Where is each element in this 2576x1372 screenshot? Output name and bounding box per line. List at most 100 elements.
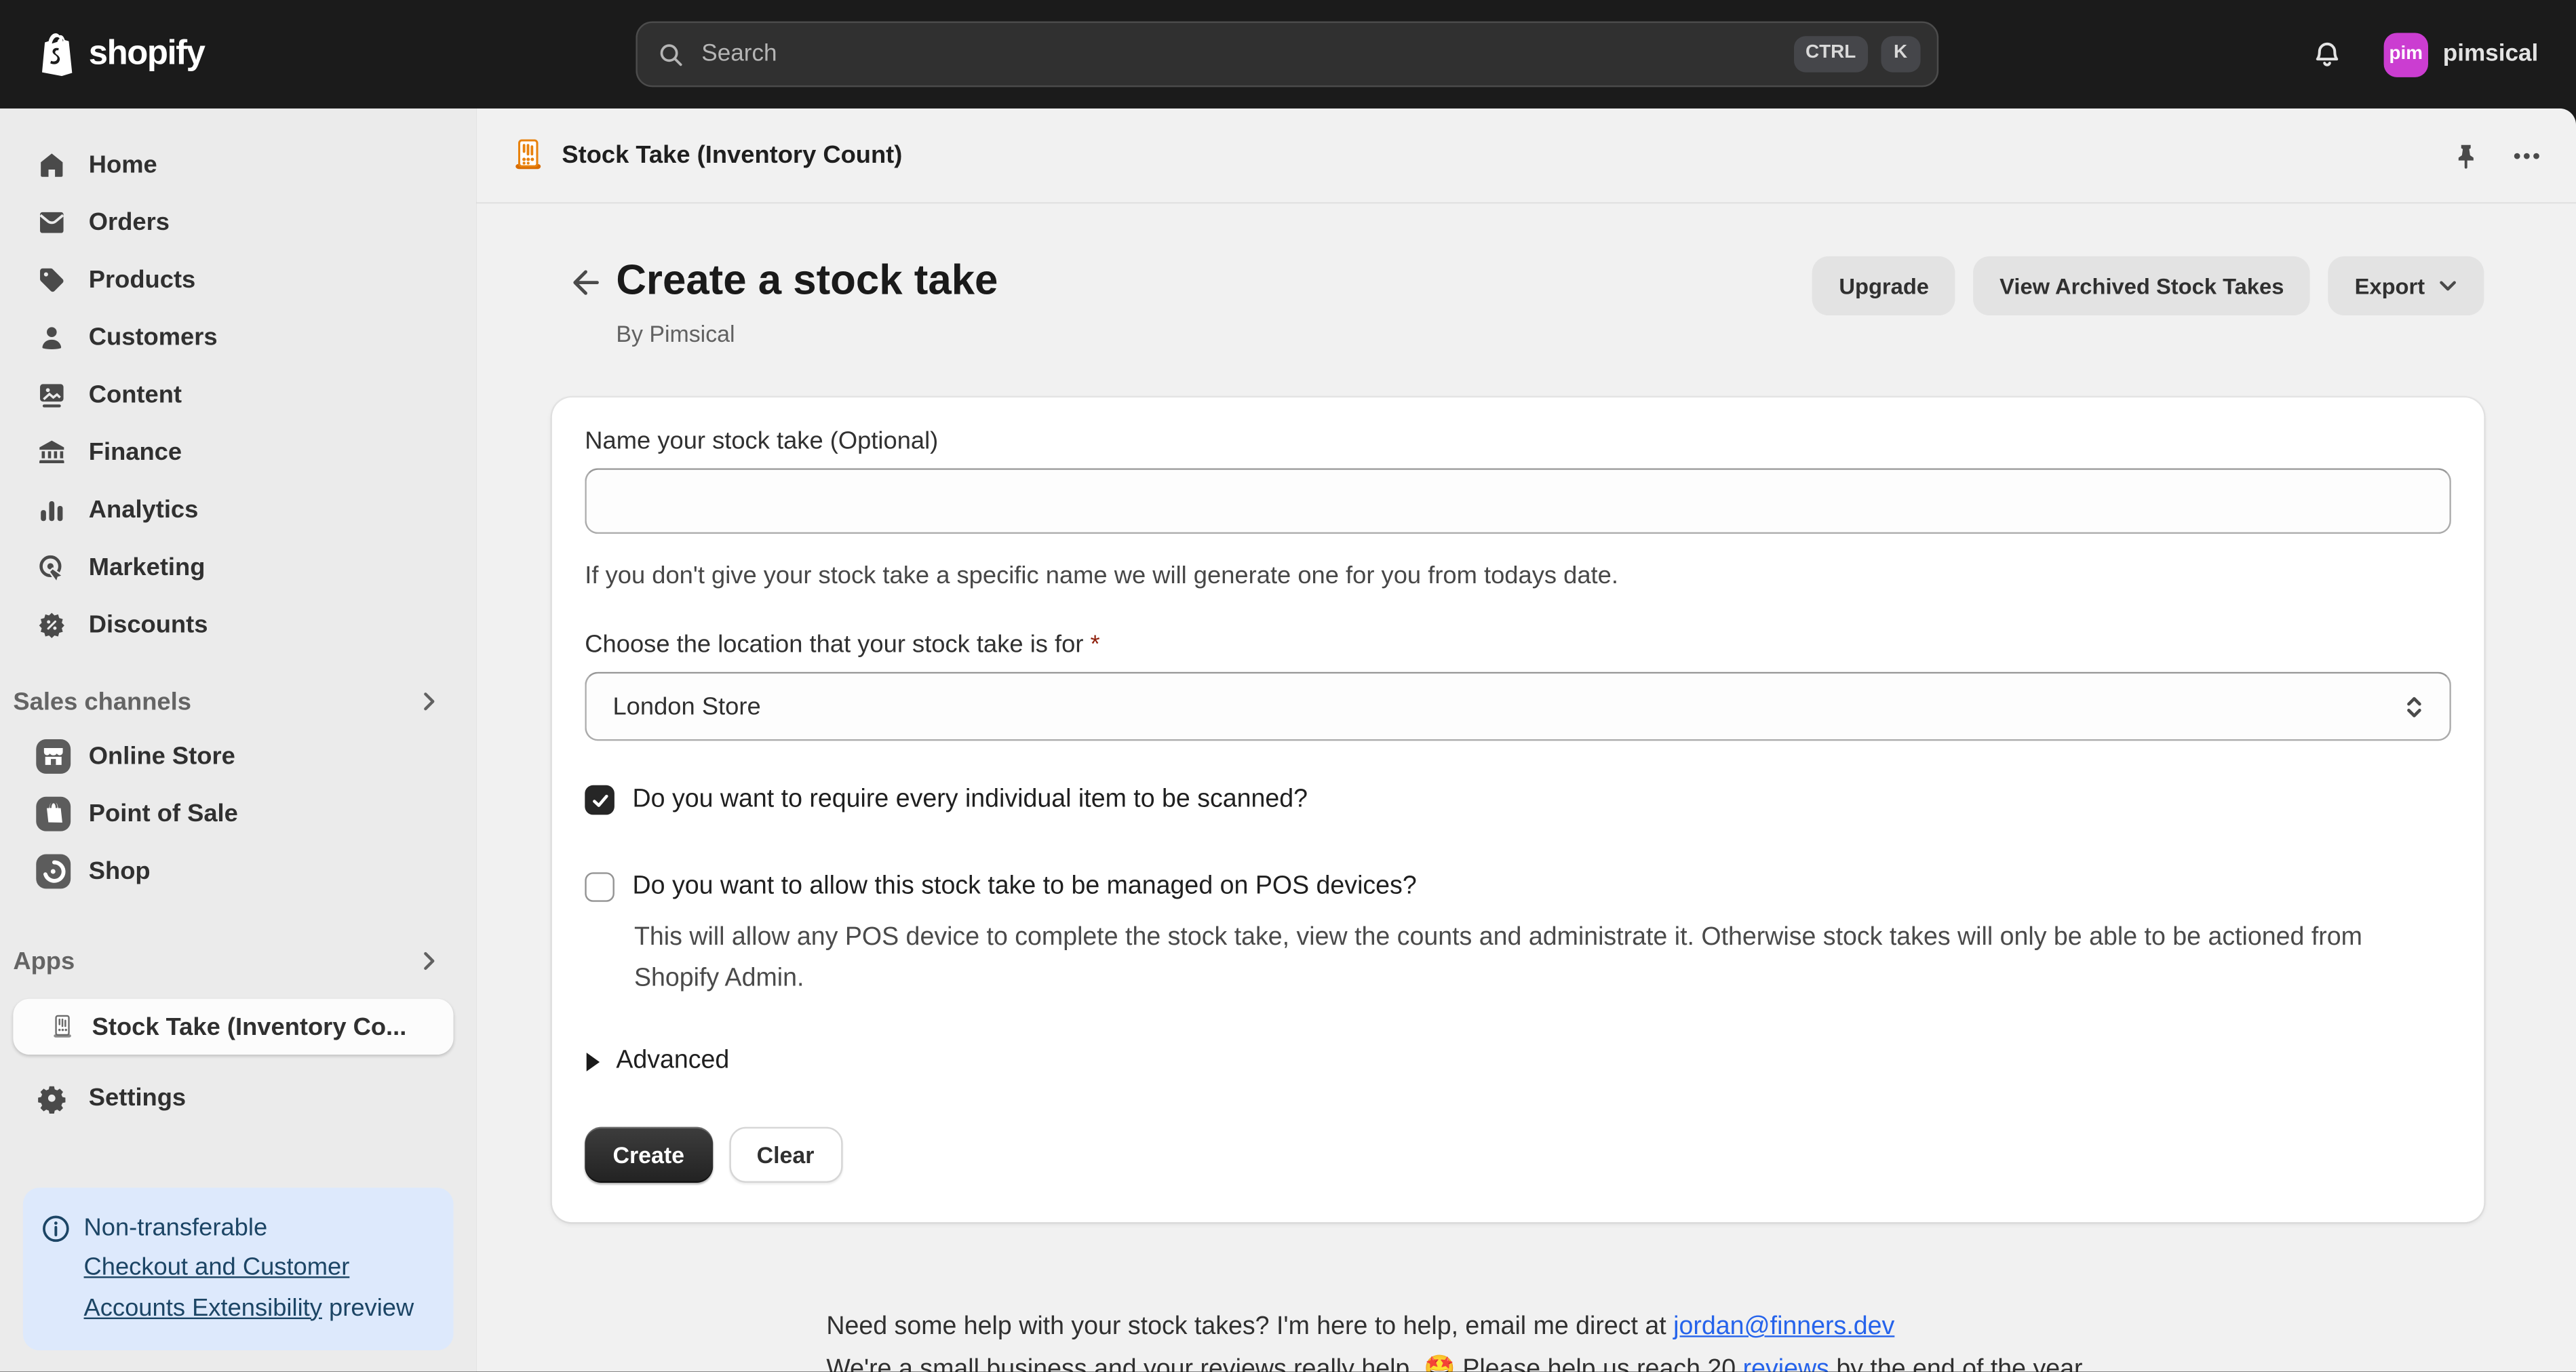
apps-label: Apps (13, 947, 75, 975)
sidebar-item-label: Finance (89, 438, 182, 466)
sidebar-item-customers[interactable]: Customers (0, 311, 463, 364)
sidebar: Home Orders Products Customers Content F… (0, 109, 476, 1372)
sidebar-item-orders[interactable]: Orders (0, 195, 463, 248)
triangle-right-icon (585, 1051, 601, 1072)
name-field-label: Name your stock take (Optional) (585, 427, 2451, 455)
back-arrow-icon[interactable] (567, 264, 603, 300)
topbar-right: pim pimsical (2310, 0, 2576, 109)
sidebar-item-home[interactable]: Home (0, 138, 463, 191)
orders-icon (36, 206, 67, 237)
discounts-icon (36, 608, 67, 640)
sidebar-item-stock-take-app[interactable]: Stock Take (Inventory Co... (13, 999, 453, 1055)
stock-take-name-input[interactable] (585, 468, 2451, 534)
sidebar-item-settings[interactable]: Settings (0, 1071, 463, 1124)
export-label: Export (2355, 273, 2425, 298)
create-stock-take-card: Name your stock take (Optional) If you d… (552, 397, 2484, 1222)
help-line-2-suffix: by the end of the year. (1829, 1355, 2088, 1371)
help-line-2: We're a small business and your reviews … (826, 1349, 2484, 1372)
scan-checkbox-row: Do you want to require every individual … (585, 785, 2451, 815)
chevron-down-icon (2438, 276, 2458, 296)
online-store-icon (36, 739, 71, 773)
sidebar-item-online-store[interactable]: Online Store (0, 729, 463, 782)
account-menu[interactable]: pim pimsical (2384, 32, 2539, 76)
location-selected-value: London Store (612, 692, 760, 720)
scan-checkbox[interactable] (585, 785, 614, 815)
pos-checkbox-label[interactable]: Do you want to allow this stock take to … (633, 872, 1417, 902)
sidebar-item-marketing[interactable]: Marketing (0, 541, 463, 593)
stock-take-app-icon (50, 1013, 76, 1040)
required-marker: * (1091, 631, 1100, 659)
export-button[interactable]: Export (2328, 256, 2484, 315)
user-name: pimsical (2443, 41, 2539, 68)
page-head: Create a stock take By Pimsical Upgrade … (552, 254, 2484, 347)
main-content: Stock Take (Inventory Count) Create a st… (476, 109, 2576, 1372)
select-stepper-icon (2402, 694, 2426, 718)
shopify-admin: shopify CTRL K pim pimsical Home (0, 0, 2576, 1372)
channel-label: Online Store (89, 742, 235, 770)
sidebar-item-shop[interactable]: Shop (0, 844, 463, 897)
notice-prefix: Non-transferable (84, 1213, 268, 1241)
sidebar-item-finance[interactable]: Finance (0, 425, 463, 478)
chevron-right-icon (417, 949, 440, 973)
scan-checkbox-label[interactable]: Do you want to require every individual … (633, 785, 1308, 815)
pos-checkbox[interactable] (585, 872, 614, 902)
clear-button[interactable]: Clear (728, 1127, 842, 1183)
advanced-label: Advanced (616, 1046, 729, 1076)
create-button[interactable]: Create (585, 1127, 712, 1183)
stock-take-app-icon (511, 138, 545, 172)
extensibility-notice: Non-transferable Checkout and Customer A… (23, 1187, 454, 1350)
analytics-icon (36, 494, 67, 525)
extensibility-preview-link[interactable]: Checkout and Customer Accounts Extensibi… (84, 1253, 350, 1322)
sidebar-item-content[interactable]: Content (0, 368, 463, 421)
app-title: Stock Take (Inventory Count) (562, 141, 2451, 169)
content-icon (36, 378, 67, 410)
app-header: Stock Take (Inventory Count) (476, 109, 2576, 203)
location-field-label: Choose the location that your stock take… (585, 631, 2451, 659)
sales-channels-header[interactable]: Sales channels (0, 678, 463, 724)
channel-label: Point of Sale (89, 799, 238, 827)
help-line-2-text: We're a small business and your reviews … (826, 1355, 1742, 1371)
apps-header[interactable]: Apps (0, 938, 463, 984)
sidebar-item-label: Settings (89, 1083, 186, 1111)
shopify-wordmark: shopify (89, 35, 205, 74)
sidebar-item-label: Customers (89, 323, 218, 351)
help-line-1-text: Need some help with your stock takes? I'… (826, 1312, 1673, 1340)
more-options-icon[interactable] (2512, 140, 2542, 170)
products-icon (36, 264, 67, 295)
search-input[interactable] (698, 39, 1780, 69)
help-footer: Need some help with your stock takes? I'… (826, 1306, 2484, 1372)
upgrade-button[interactable]: Upgrade (1813, 256, 1955, 315)
sidebar-item-point-of-sale[interactable]: Point of Sale (0, 787, 463, 840)
marketing-icon (36, 551, 67, 583)
sidebar-item-label: Home (89, 151, 157, 178)
sales-channels-label: Sales channels (13, 688, 191, 716)
ctrl-key-badge: CTRL (1794, 37, 1867, 72)
pin-icon[interactable] (2451, 140, 2481, 170)
view-archived-button[interactable]: View Archived Stock Takes (1973, 256, 2310, 315)
sidebar-item-label: Orders (89, 208, 170, 235)
reviews-link[interactable]: reviews (1743, 1355, 1829, 1371)
sidebar-item-label: Analytics (89, 495, 199, 523)
email-link[interactable]: jordan@finners.dev (1673, 1312, 1894, 1340)
page-actions: Upgrade View Archived Stock Takes Export (1813, 256, 2484, 315)
customers-icon (36, 321, 67, 353)
search-bar[interactable]: CTRL K (636, 21, 1938, 87)
location-select[interactable]: London Store (585, 672, 2451, 741)
notifications-bell-icon[interactable] (2310, 37, 2345, 71)
location-label-text: Choose the location that your stock take… (585, 631, 1090, 659)
search-icon (657, 40, 685, 68)
pos-checkbox-help: This will allow any POS device to comple… (634, 917, 2428, 999)
name-field-help: If you don't give your stock take a spec… (585, 562, 2451, 589)
channel-label: Shop (89, 857, 151, 884)
topbar: shopify CTRL K pim pimsical (0, 0, 2576, 109)
page-byline: By Pimsical (616, 320, 1812, 347)
advanced-disclosure[interactable]: Advanced (585, 1046, 2451, 1076)
sidebar-item-label: Products (89, 265, 195, 293)
chevron-right-icon (417, 690, 440, 713)
sidebar-item-analytics[interactable]: Analytics (0, 483, 463, 536)
pos-icon (36, 796, 71, 831)
sidebar-item-products[interactable]: Products (0, 253, 463, 306)
sidebar-item-label: Marketing (89, 553, 206, 581)
shopify-logo[interactable]: shopify (0, 31, 205, 77)
sidebar-item-discounts[interactable]: Discounts (0, 598, 463, 651)
